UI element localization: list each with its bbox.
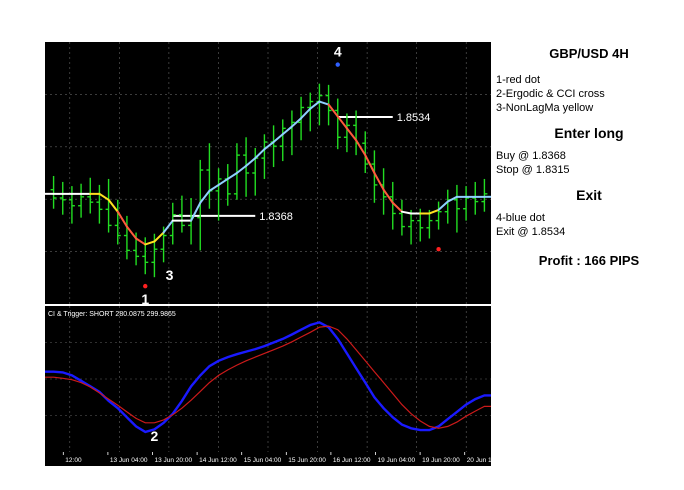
exit-rule: 4-blue dot	[496, 212, 545, 224]
x-tick-label: 12:00	[65, 457, 82, 464]
enter-heading: Enter long	[554, 125, 624, 141]
x-tick-label: 13 Jun 20:00	[155, 457, 193, 464]
rule-3: 3-NonLagMa yellow	[496, 102, 594, 114]
chart-area: 1.8368 1.8534 1 4 3 2 12:00 13 Jun 04:00 13 J…	[0, 0, 684, 490]
signal-dot	[335, 62, 340, 67]
profit-text: Profit : 166 PIPS	[538, 253, 640, 268]
signal-marker-label: 3	[166, 267, 174, 283]
x-tick-label: 15 Jun 04:00	[244, 457, 282, 464]
signal-dot	[143, 283, 148, 289]
x-tick-label: 13 Jun 04:00	[110, 457, 148, 464]
oscillator-marker-label: 2	[151, 428, 159, 444]
x-tick-label: 20 Jun 12:00	[467, 457, 505, 464]
buy-price: Buy @ 1.8368	[496, 150, 566, 162]
signal-dot-label: 1	[141, 291, 149, 307]
signal-dot-label: 4	[334, 44, 342, 60]
exit-price: Exit @ 1.8534	[496, 226, 566, 238]
oscillator-title: CI & Trigger: SHORT 280.0875 299.9865	[48, 311, 176, 318]
instrument-title: GBP/USD 4H	[549, 46, 629, 61]
level-label: 1.8368	[259, 211, 293, 223]
x-tick-label: 15 Jun 20:00	[288, 457, 326, 464]
signal-dot	[436, 247, 441, 252]
stop-price: Stop @ 1.8315	[496, 164, 570, 176]
rule-1: 1-red dot	[496, 74, 541, 86]
exit-heading: Exit	[576, 187, 602, 203]
x-tick-label: 19 Jun 20:00	[422, 457, 460, 464]
level-label: 1.8534	[397, 112, 431, 124]
x-tick-label: 14 Jun 12:00	[199, 457, 237, 464]
x-tick-label: 16 Jun 12:00	[333, 457, 371, 464]
rule-2: 2-Ergodic & CCI cross	[496, 88, 605, 100]
x-tick-label: 19 Jun 04:00	[378, 457, 416, 464]
strategy-panel: GBP/USD 4H 1-red dot 2-Ergodic & CCI cro…	[496, 40, 682, 268]
